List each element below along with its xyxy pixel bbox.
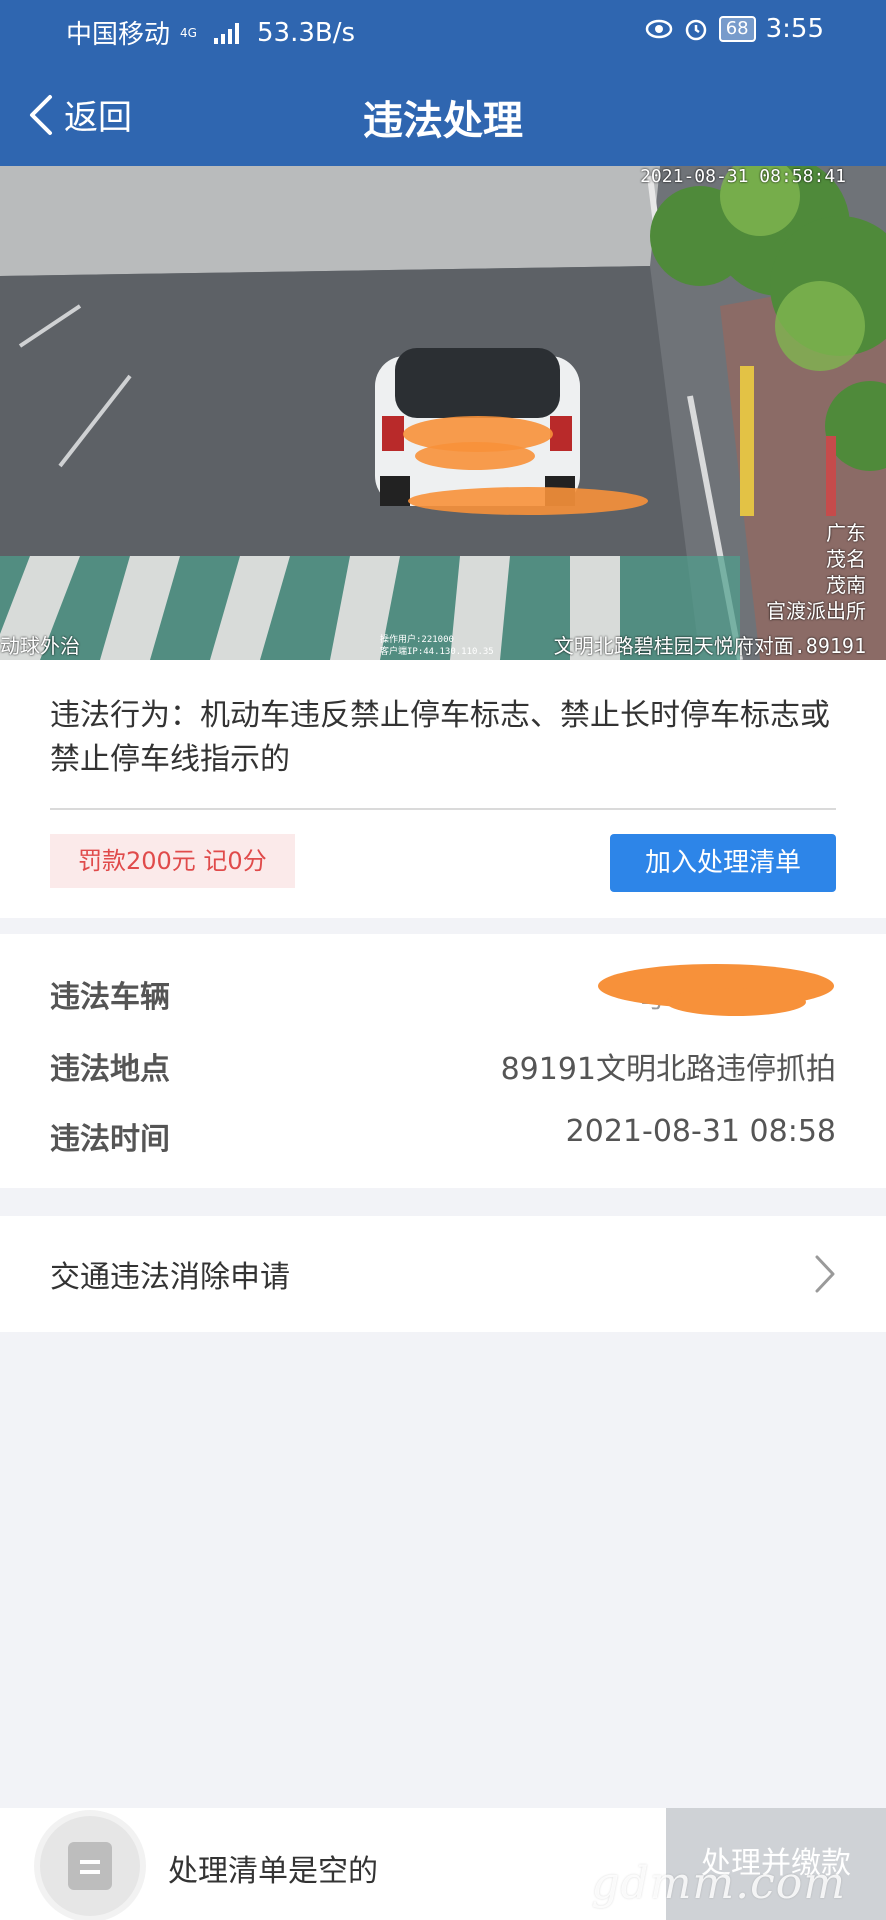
detail-label: 违法时间 xyxy=(50,1122,170,1157)
detail-value: 89191文明北路违停抓拍 xyxy=(500,1052,836,1087)
detail-label: 违法车辆 xyxy=(50,980,170,1015)
watermark: gdmm.com xyxy=(591,1858,846,1909)
signal-icon xyxy=(214,22,240,44)
appeal-row[interactable]: 交通违法消除申请 xyxy=(0,1216,886,1332)
list-icon xyxy=(68,1842,112,1890)
carrier-label: 中国移动 xyxy=(66,20,171,50)
redaction-mark xyxy=(598,964,834,1016)
detail-row-location: 违法地点 89191文明北路违停抓拍 xyxy=(50,1044,836,1094)
status-bar-left: 中国移动 4G 53.3B/s xyxy=(66,14,355,51)
basket-button[interactable] xyxy=(40,1816,140,1916)
chevron-right-icon xyxy=(815,1255,835,1293)
detail-row-time: 违法时间 2021-08-31 08:58 xyxy=(50,1114,836,1164)
photo-side-text: 广东 茂名 茂南 官渡派出所 xyxy=(766,521,866,623)
empty-list-text: 处理清单是空的 xyxy=(168,1854,378,1889)
network-type: 4G xyxy=(180,25,197,40)
page-title: 违法处理 xyxy=(363,98,523,144)
detail-row-vehicle: 违法车辆 粤 xyxy=(50,964,836,1022)
fine-badge: 罚款200元 记0分 xyxy=(50,834,295,888)
nav-bar: 返回 违法处理 xyxy=(0,62,886,166)
add-to-list-button[interactable]: 加入处理清单 xyxy=(610,834,836,892)
clock: 3:55 xyxy=(765,14,824,44)
violation-behavior: 违法行为：机动车违反禁止停车标志、禁止长时停车标志或禁止停车线指示的 xyxy=(50,698,830,777)
violation-photo[interactable]: 2021-08-31 08:58:41 广东 茂名 茂南 官渡派出所 动球外治 … xyxy=(0,166,886,660)
violation-card: 违法行为：机动车违反禁止停车标志、禁止长时停车标志或禁止停车线指示的 罚款200… xyxy=(0,660,886,918)
eye-icon xyxy=(645,19,672,39)
app-header: 中国移动 4G 53.3B/s 68 3:55 返回 违法处理 xyxy=(0,0,886,166)
status-bar: 中国移动 4G 53.3B/s 68 3:55 xyxy=(0,0,886,62)
status-bar-right: 68 3:55 xyxy=(645,14,824,44)
photo-illustration xyxy=(0,166,886,660)
photo-bottom-left: 动球外治 xyxy=(0,634,80,658)
photo-location: 文明北路碧桂园天悦府对面.89191 xyxy=(553,634,866,658)
photo-client-ip: 客户端IP:44.130.110.35 xyxy=(380,647,494,657)
divider xyxy=(50,808,836,810)
network-speed: 53.3B/s xyxy=(257,17,356,48)
battery-icon: 68 xyxy=(718,16,756,42)
appeal-label: 交通违法消除申请 xyxy=(50,1260,290,1295)
details-card: 违法车辆 粤 违法地点 89191文明北路违停抓拍 违法时间 2021-08-3… xyxy=(0,934,886,1188)
detail-value: 2021-08-31 08:58 xyxy=(565,1114,836,1149)
alarm-icon xyxy=(685,19,706,41)
detail-label: 违法地点 xyxy=(50,1052,170,1087)
photo-timestamp: 2021-08-31 08:58:41 xyxy=(640,166,846,187)
